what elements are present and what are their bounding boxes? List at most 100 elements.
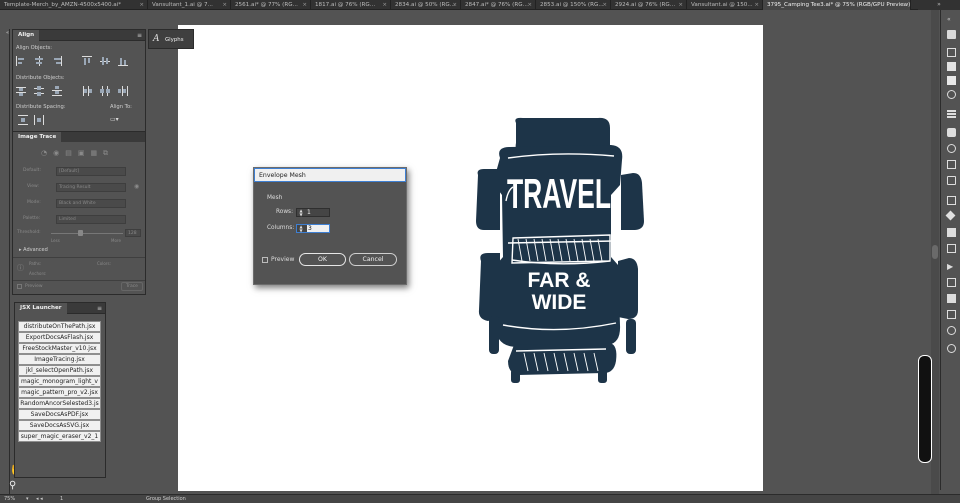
- panel-menu-icon[interactable]: ≡: [137, 30, 142, 41]
- align-to-dropdown[interactable]: ▭▾: [110, 116, 128, 124]
- document-tab[interactable]: 1817.ai @ 76% (RG... ×: [311, 0, 391, 10]
- jsx-script-button[interactable]: ExportDocsAsFlash.jsx: [18, 332, 101, 343]
- graphic-styles-icon[interactable]: [947, 176, 956, 185]
- close-icon[interactable]: ×: [452, 0, 457, 10]
- document-tab[interactable]: 2924.ai @ 76% (RG... ×: [611, 0, 687, 10]
- align-bottom-icon[interactable]: [118, 56, 128, 66]
- properties-icon[interactable]: [947, 48, 956, 57]
- document-tab[interactable]: 2853.ai @ 150% (RG... ×: [536, 0, 611, 10]
- jsx-script-button[interactable]: magic_monogram_light_v: [18, 376, 101, 387]
- trace-preset-icons[interactable]: ◔◉▤▣▦⧉: [41, 149, 114, 158]
- trace-palette-dropdown[interactable]: Limited: [56, 215, 126, 224]
- tab-jsx-launcher[interactable]: JSX Launcher: [15, 303, 67, 314]
- libraries-icon[interactable]: [947, 30, 956, 39]
- artboards-icon[interactable]: [947, 310, 956, 319]
- distribute-top-icon[interactable]: [16, 86, 26, 96]
- close-icon[interactable]: ×: [602, 0, 607, 10]
- trace-view-dropdown[interactable]: Tracing Result: [56, 183, 126, 192]
- close-icon[interactable]: ×: [527, 0, 532, 10]
- zoom-tool-icon[interactable]: ⚲: [9, 480, 21, 492]
- trace-preset-dropdown[interactable]: [Default]: [56, 167, 126, 176]
- tab-image-trace[interactable]: Image Trace: [13, 132, 62, 143]
- trace-button[interactable]: Trace: [121, 282, 143, 291]
- tab-overflow-menu[interactable]: »: [918, 0, 960, 10]
- zoom-dropdown-icon[interactable]: ▾: [26, 495, 29, 503]
- dialog-title[interactable]: Envelope Mesh: [254, 168, 406, 182]
- stroke-icon[interactable]: [947, 228, 956, 237]
- document-tab[interactable]: 2834.ai @ 50% (RG... ×: [391, 0, 461, 10]
- glyphs-panel[interactable]: A Glyphs: [148, 29, 194, 49]
- close-icon[interactable]: ×: [222, 0, 227, 10]
- play-icon[interactable]: ▶: [947, 262, 956, 271]
- jsx-script-button[interactable]: SaveDocsAsPDF.jsx: [18, 409, 101, 420]
- threshold-value-field[interactable]: 128: [125, 229, 141, 237]
- document-icon[interactable]: [947, 76, 956, 85]
- menu-lines-icon[interactable]: [947, 110, 956, 112]
- offcanvas-artwork-fragment[interactable]: [918, 355, 932, 463]
- symbols-icon[interactable]: [947, 160, 956, 169]
- expand-panels-icon[interactable]: «: [947, 16, 956, 25]
- artboard-number[interactable]: 1: [60, 495, 63, 503]
- swatches-icon[interactable]: [947, 128, 956, 137]
- color-icon[interactable]: [947, 90, 956, 99]
- cancel-button[interactable]: Cancel: [349, 253, 397, 266]
- document-tab[interactable]: Vansultant.ai @ 150... ×: [687, 0, 763, 10]
- close-icon[interactable]: ×: [382, 0, 387, 10]
- distribute-v-space-icon[interactable]: [18, 115, 28, 125]
- eye-icon[interactable]: ◉: [134, 183, 139, 190]
- close-icon[interactable]: ×: [754, 0, 759, 10]
- collapse-icon[interactable]: «: [6, 30, 11, 36]
- gradient-icon[interactable]: [947, 244, 956, 253]
- trace-preview-checkbox[interactable]: [17, 284, 22, 289]
- transparency-icon[interactable]: [945, 210, 956, 221]
- jsx-script-button[interactable]: magic_pattern_pro_v2.jsx: [18, 387, 101, 398]
- jsx-script-button[interactable]: RandomAncorSelested3.js: [18, 398, 101, 409]
- distribute-left-icon[interactable]: [82, 86, 92, 96]
- advanced-toggle[interactable]: ▸ Advanced: [19, 247, 48, 253]
- threshold-slider-track[interactable]: [51, 233, 123, 234]
- layers-icon[interactable]: [947, 62, 956, 71]
- columns-value[interactable]: 3: [307, 225, 329, 232]
- align-right-icon[interactable]: [52, 56, 62, 66]
- distribute-right-icon[interactable]: [118, 86, 128, 96]
- links-icon[interactable]: [947, 326, 956, 335]
- columns-spinner[interactable]: ▲ ▼ 3: [296, 224, 330, 233]
- jsx-script-button[interactable]: SaveDocsAsSVG.jsx: [18, 420, 101, 431]
- align-top-icon[interactable]: [82, 56, 92, 66]
- close-icon[interactable]: ×: [902, 0, 907, 10]
- document-tab[interactable]: Template-Merch_by_AMZN-4500x5400.ai* ×: [0, 0, 148, 10]
- trace-mode-dropdown[interactable]: Black and White: [56, 199, 126, 208]
- close-icon[interactable]: ×: [139, 0, 144, 10]
- close-icon[interactable]: ×: [302, 0, 307, 10]
- zoom-level[interactable]: 75%: [4, 495, 15, 503]
- stepper-arrows-icon[interactable]: ▲ ▼: [297, 225, 305, 233]
- align-v-center-icon[interactable]: [100, 56, 110, 66]
- artboard-nav-icon[interactable]: ◂ ◂: [36, 495, 43, 503]
- threshold-slider-thumb[interactable]: [78, 230, 83, 236]
- visibility-icon[interactable]: [947, 344, 956, 353]
- panel-menu-icon[interactable]: ≡: [97, 303, 102, 314]
- appearance-icon[interactable]: [947, 196, 956, 205]
- jsx-script-button[interactable]: ImageTracing.jsx: [18, 354, 101, 365]
- document-tab[interactable]: 2847.ai* @ 76% (RG... ×: [461, 0, 536, 10]
- export-icon[interactable]: [947, 294, 956, 303]
- jsx-script-button[interactable]: jkl_selectOpenPath.jsx: [18, 365, 101, 376]
- brushes-icon[interactable]: [947, 144, 956, 153]
- tab-align[interactable]: Align: [13, 30, 40, 41]
- jsx-script-button[interactable]: super_magic_eraser_v2_1: [18, 431, 101, 442]
- pathfinder-icon[interactable]: [947, 278, 956, 287]
- align-h-center-icon[interactable]: [34, 56, 44, 66]
- ok-button[interactable]: OK: [299, 253, 346, 266]
- distribute-h-space-icon[interactable]: [34, 115, 44, 125]
- document-tab[interactable]: Vansultant_1.ai @ 7... ×: [148, 0, 231, 10]
- jsx-script-button[interactable]: FreeStockMaster_v10.jsx: [18, 343, 101, 354]
- close-icon[interactable]: ×: [678, 0, 683, 10]
- rows-spinner[interactable]: ▲ ▼ 1: [296, 208, 330, 217]
- document-tab-active[interactable]: 3795_Camping Tee3.ai* @ 75% (RGB/GPU Pre…: [763, 0, 911, 10]
- stepper-arrows-icon[interactable]: ▲ ▼: [297, 209, 305, 217]
- scrollbar-thumb[interactable]: [932, 245, 938, 259]
- preview-checkbox[interactable]: [262, 257, 268, 263]
- distribute-bottom-icon[interactable]: [52, 86, 62, 96]
- distribute-v-center-icon[interactable]: [34, 86, 44, 96]
- jsx-script-button[interactable]: distributeOnThePath.jsx: [18, 321, 101, 332]
